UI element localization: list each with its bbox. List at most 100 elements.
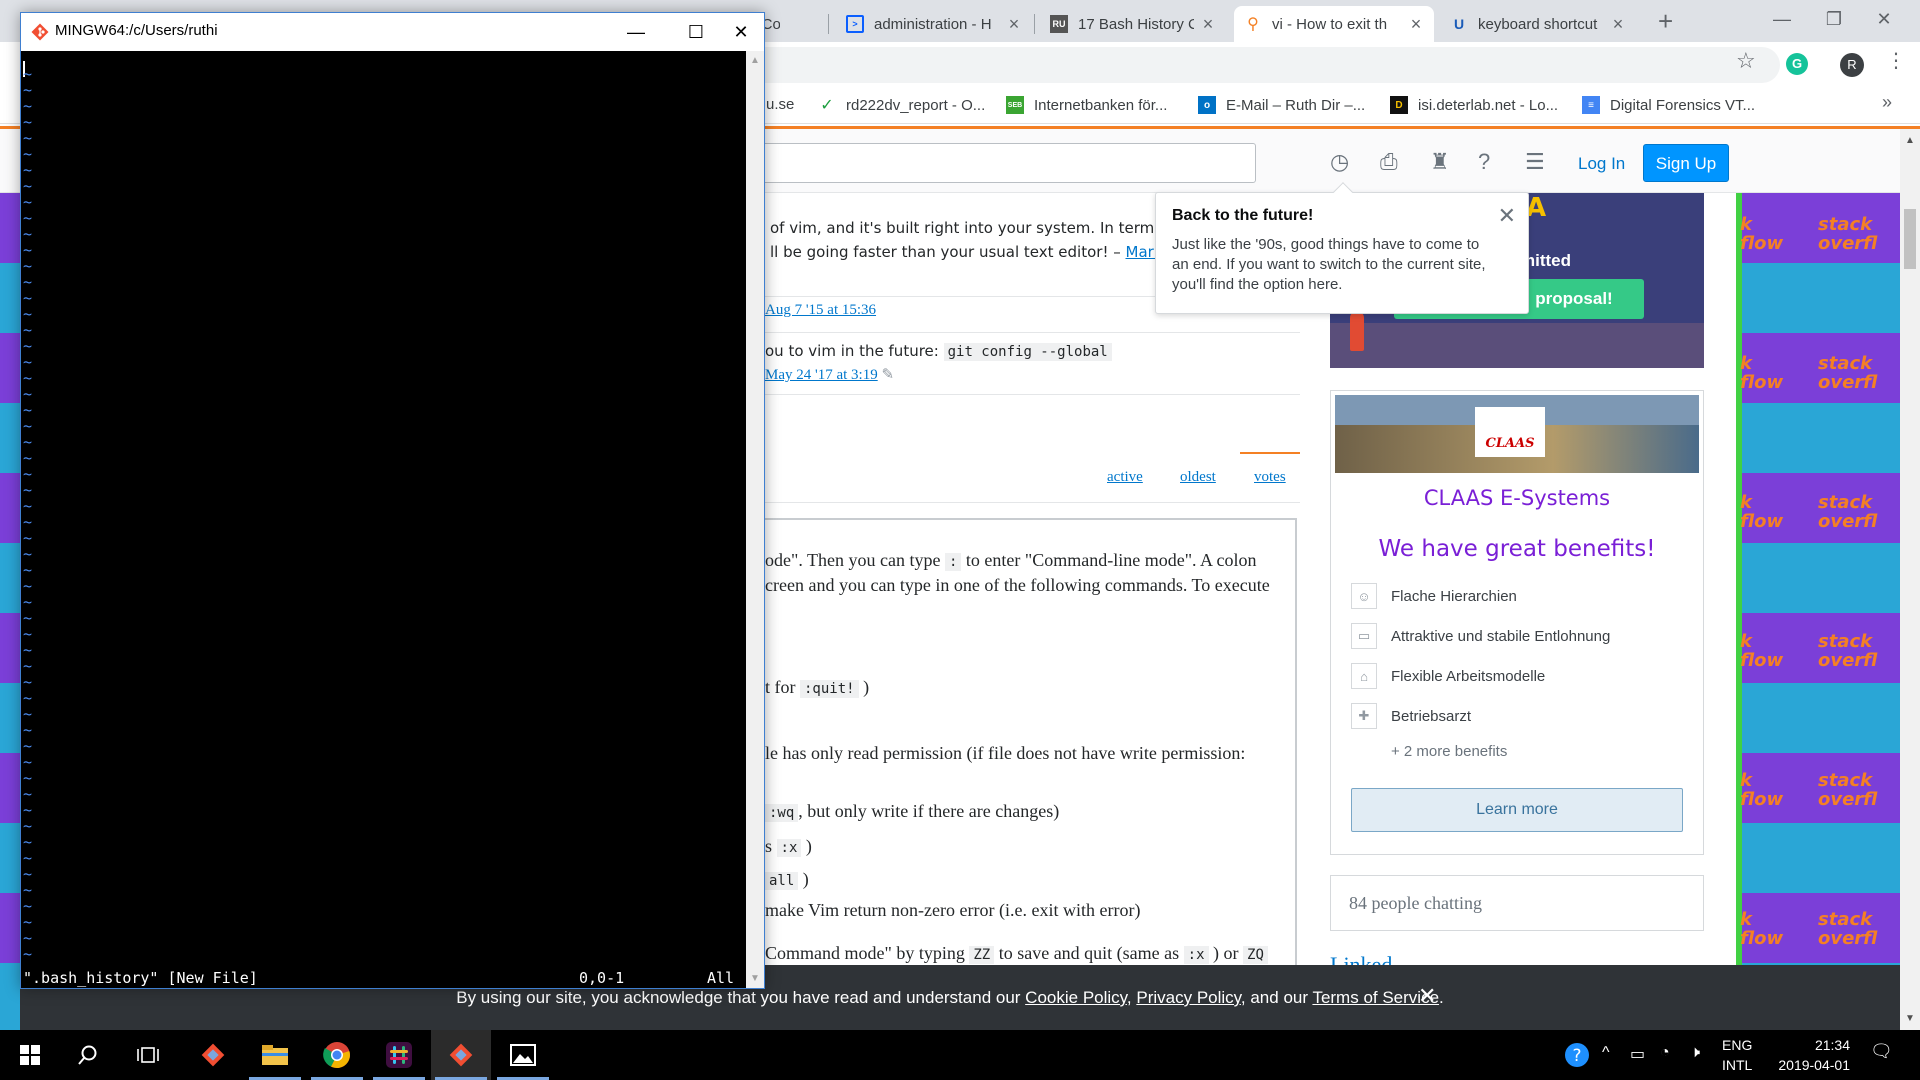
- grammarly-extension-icon[interactable]: G: [1786, 53, 1808, 75]
- chrome-close-button[interactable]: ✕: [1864, 4, 1904, 34]
- taskbar-chrome[interactable]: [307, 1030, 367, 1080]
- comment-timestamp-link[interactable]: Aug 7 '15 at 15:36: [765, 302, 876, 319]
- tab-keyboard-shortcut[interactable]: U keyboard shortcut ×: [1440, 6, 1636, 42]
- taskbar-photos[interactable]: [493, 1030, 553, 1080]
- answer-list-item: s :x ): [765, 836, 812, 857]
- volume-muted-icon[interactable]: 🕨: [1690, 1044, 1700, 1062]
- sort-tab-oldest[interactable]: oldest: [1180, 469, 1216, 486]
- bookmark-item[interactable]: ✓ rd222dv_report - O...: [818, 96, 985, 115]
- vim-tilde-marker: ~: [23, 657, 33, 675]
- action-center-icon[interactable]: 🗨: [1870, 1041, 1893, 1062]
- terminal-titlebar[interactable]: MINGW64:/c/Users/ruthi — ☐ ✕: [21, 13, 764, 51]
- comment-timestamp[interactable]: Aug 7 '15 at 15:36: [765, 302, 876, 318]
- tab-close-icon[interactable]: ×: [1200, 14, 1216, 35]
- edit-pencil-icon[interactable]: ✎: [881, 367, 894, 383]
- vim-tilde-marker: ~: [23, 225, 33, 243]
- bookmark-item[interactable]: o E-Mail – Ruth Dir –...: [1198, 96, 1365, 114]
- comment-text-part: ou to vim in the future:: [765, 342, 944, 360]
- tab-bash-history[interactable]: RU 17 Bash History Co ×: [1040, 6, 1226, 42]
- tab-separator: [1034, 14, 1035, 34]
- taskbar-git-gui[interactable]: [183, 1030, 243, 1080]
- terminal-close-button[interactable]: ✕: [718, 17, 764, 47]
- terminal-minimize-button[interactable]: —: [613, 17, 659, 47]
- benefit-label: Flexible Arbeitsmodelle: [1391, 667, 1546, 685]
- ad-stackoverflow-logo: stack overfl: [1818, 909, 1878, 949]
- scroll-down-icon[interactable]: ▼: [750, 973, 760, 984]
- page-scrollbar[interactable]: ▲ ▼: [1900, 129, 1920, 1030]
- start-button[interactable]: [0, 1030, 60, 1080]
- tab-close-icon[interactable]: ×: [1610, 14, 1626, 35]
- vim-tilde-marker: ~: [23, 945, 33, 963]
- bookmarks-overflow-icon[interactable]: »: [1882, 92, 1892, 113]
- git-bash-terminal-window[interactable]: MINGW64:/c/Users/ruthi — ☐ ✕ ~ ~ ~ ~ ~ ~ ~ ~ ~ ~ ~…: [20, 12, 765, 989]
- sort-tab-votes[interactable]: votes: [1254, 469, 1286, 486]
- inline-code: ZZ: [969, 946, 995, 964]
- inbox-icon[interactable]: ⎙: [1380, 149, 1398, 175]
- benefit-item: ✚ Betriebsarzt: [1351, 703, 1471, 729]
- task-view-button[interactable]: [118, 1030, 178, 1080]
- search-button[interactable]: [58, 1030, 118, 1080]
- privacy-policy-link[interactable]: Privacy Policy: [1136, 988, 1241, 1007]
- site-switcher-icon[interactable]: ☰: [1525, 149, 1545, 175]
- slack-icon: [386, 1042, 412, 1068]
- scroll-up-icon[interactable]: ▲: [750, 55, 760, 66]
- checkmark-icon: ✓: [820, 97, 834, 114]
- show-hidden-icons-chevron-icon[interactable]: ^: [1602, 1044, 1610, 1062]
- comment-timestamp[interactable]: May 24 '17 at 3:19: [765, 367, 878, 383]
- learn-more-button[interactable]: Learn more: [1351, 788, 1683, 832]
- help-tray-icon[interactable]: ?: [1564, 1042, 1590, 1073]
- claas-logo: CLAAS: [1475, 407, 1545, 457]
- new-tab-button[interactable]: +: [1658, 8, 1673, 34]
- sort-tab-active[interactable]: active: [1107, 469, 1143, 486]
- seb-bank-icon: SEB: [1006, 96, 1024, 114]
- wifi-icon[interactable]: ◔: [1660, 1044, 1670, 1062]
- scroll-down-icon[interactable]: ▼: [1905, 1013, 1915, 1024]
- signup-button[interactable]: Sign Up: [1643, 144, 1729, 182]
- git-logo-icon: [31, 23, 49, 41]
- vim-tilde-marker: ~: [23, 257, 33, 275]
- terminal-scrollbar[interactable]: ▲ ▼: [746, 51, 764, 988]
- taskbar-clock[interactable]: 21:34 2019-04-01: [1774, 1035, 1850, 1075]
- claas-company-name[interactable]: CLAAS E-Systems: [1331, 486, 1703, 510]
- cookie-text: By using our site, you acknowledge that …: [456, 988, 1026, 1007]
- input-language-indicator[interactable]: ENG INTL: [1722, 1035, 1752, 1075]
- bookmark-item[interactable]: SEB Internetbanken för...: [1006, 96, 1167, 114]
- taskbar-file-explorer[interactable]: [245, 1030, 305, 1080]
- scroll-up-icon[interactable]: ▲: [1905, 135, 1915, 146]
- bookmark-star-icon[interactable]: ☆: [1736, 48, 1756, 74]
- bookmark-item[interactable]: u.se: [766, 96, 794, 113]
- chrome-minimize-button[interactable]: —: [1762, 4, 1802, 34]
- profile-avatar[interactable]: R: [1840, 53, 1864, 77]
- bookmark-item[interactable]: ≡ Digital Forensics VT...: [1582, 96, 1755, 114]
- inline-code: :x: [776, 839, 802, 857]
- chrome-menu-icon[interactable]: ⋮: [1886, 48, 1906, 73]
- tab-title: administration - H: [874, 15, 992, 33]
- tab-close-icon[interactable]: ×: [1408, 14, 1424, 35]
- popover-close-icon[interactable]: ✕: [1498, 203, 1516, 229]
- tab-close-icon[interactable]: ×: [1006, 14, 1022, 35]
- answer-paragraph: creen and you can type in one of the fol…: [765, 575, 1270, 595]
- login-button[interactable]: Log In: [1568, 146, 1635, 182]
- cookie-policy-link[interactable]: Cookie Policy: [1025, 988, 1127, 1007]
- so-search-input[interactable]: [750, 143, 1256, 183]
- battery-icon[interactable]: ▭: [1630, 1044, 1645, 1064]
- tab-administration[interactable]: > administration - H ×: [836, 6, 1032, 42]
- chat-widget[interactable]: 84 people chatting: [1330, 875, 1704, 931]
- taskbar-slack[interactable]: [369, 1030, 429, 1080]
- stackoverflow-side-ad[interactable]: stack overfl k flow stack overfl k flow stac…: [1736, 193, 1900, 1030]
- terminal-maximize-button[interactable]: ☐: [673, 17, 719, 47]
- chrome-restore-button[interactable]: ❐: [1814, 4, 1854, 34]
- address-bar[interactable]: [740, 47, 1780, 83]
- scrollbar-thumb[interactable]: [1904, 209, 1916, 269]
- cookie-close-icon[interactable]: ✕: [1418, 985, 1436, 1007]
- ad-stackoverflow-logo: k flow: [1740, 770, 1784, 810]
- recent-clock-icon[interactable]: ◷: [1330, 149, 1349, 175]
- help-icon[interactable]: ?: [1478, 149, 1490, 175]
- vim-editor-area[interactable]: ~ ~ ~ ~ ~ ~ ~ ~ ~ ~ ~ ~ ~ ~ ~ ~ ~ ~ ~ ~ ~ ~ ~ ~ ~ ~ ~ ~ ~ ~ ~ ~ ~ ~ ~ ~ ~ ~ ~ ~…: [21, 51, 746, 988]
- vim-status-filename: ".bash_history" [New File]: [23, 969, 258, 987]
- clock-time: 21:34: [1814, 1037, 1850, 1053]
- bookmark-item[interactable]: D isi.deterlab.net - Lo...: [1390, 96, 1558, 114]
- tab-vi-exit[interactable]: ⚲ vi - How to exit th ×: [1234, 6, 1434, 42]
- trophy-icon[interactable]: ♜: [1430, 149, 1450, 175]
- taskbar-git-bash[interactable]: [431, 1030, 491, 1080]
